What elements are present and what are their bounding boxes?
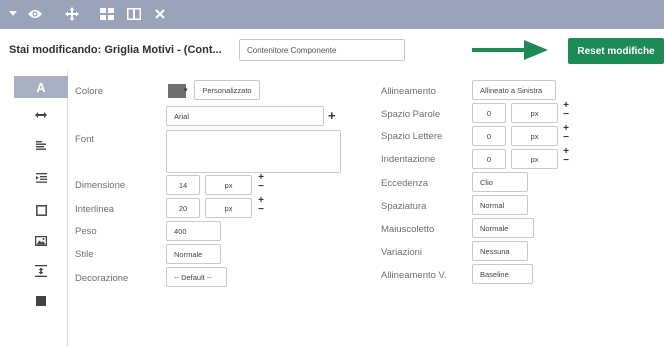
background-image-icon[interactable] (14, 230, 68, 252)
sidebar-item-typography[interactable]: A (14, 76, 68, 98)
spaziatura-label: Spaziatura (381, 201, 427, 212)
variazioni-label: Variazioni (381, 247, 423, 258)
editor-header: Stai modificando: Griglia Motivi - (Cont… (0, 29, 664, 74)
font-list-textarea[interactable] (166, 130, 341, 173)
columns-icon[interactable] (125, 6, 143, 22)
reset-changes-button[interactable]: Reset modifiche (568, 38, 664, 64)
chevron-down-icon[interactable] (4, 6, 22, 22)
stile-label: Stile (75, 249, 94, 260)
letter-spacing-unit-select[interactable]: px (511, 126, 558, 146)
chevron-down-icon[interactable]: ▾ (184, 86, 188, 94)
font-style-select[interactable]: Normale (166, 244, 221, 264)
border-icon[interactable] (14, 199, 68, 221)
add-font-button[interactable]: + (328, 109, 336, 122)
vertical-align-select[interactable]: Baseline (472, 264, 533, 284)
allineamento-v-label: Allineamento V. (381, 270, 447, 281)
vertical-align-icon[interactable] (14, 260, 68, 282)
dimensione-label: Dimensione (75, 180, 126, 191)
white-space-select[interactable]: Normal (472, 195, 528, 215)
variations-select[interactable]: Nessuna (472, 241, 528, 261)
decrement-button[interactable]: − (257, 182, 265, 192)
font-size-input[interactable]: 14 (166, 175, 200, 195)
spacing-icon[interactable] (14, 104, 68, 126)
line-height-unit-select[interactable]: px (205, 198, 252, 218)
allineamento-label: Allineamento (381, 86, 436, 97)
interlinea-label: Interlinea (75, 204, 115, 215)
line-height-stepper[interactable]: + − (257, 196, 265, 215)
color-block-icon[interactable] (14, 290, 68, 312)
decorazione-label: Decorazione (75, 273, 129, 284)
font-label: Font (75, 134, 95, 145)
top-toolbar (0, 0, 664, 29)
text-indent-stepper[interactable]: + − (562, 147, 570, 166)
letter-spacing-stepper[interactable]: + − (562, 124, 570, 143)
font-size-unit-select[interactable]: px (205, 175, 252, 195)
word-spacing-input[interactable]: 0 (472, 103, 506, 123)
editing-title: Stai modificando: Griglia Motivi - (Cont… (9, 44, 222, 56)
style-sidebar: A (13, 71, 68, 347)
text-decoration-select[interactable]: -- Default -- (166, 267, 227, 287)
indent-icon[interactable] (14, 167, 68, 189)
custom-color-button[interactable]: Personalizzato (194, 80, 260, 100)
font-variant-select[interactable]: Normale (472, 218, 534, 238)
peso-label: Peso (75, 226, 97, 237)
decrement-button[interactable]: − (562, 156, 570, 166)
decrement-button[interactable]: − (257, 205, 265, 215)
close-icon[interactable] (151, 6, 169, 22)
eccedenza-label: Eccedenza (381, 178, 429, 189)
spazio-parole-label: Spazio Parole (381, 109, 441, 120)
line-height-input[interactable]: 20 (166, 198, 200, 218)
move-icon[interactable] (63, 6, 81, 22)
align-icon[interactable] (14, 134, 68, 156)
maiuscoletto-label: Maiuscoletto (381, 224, 435, 235)
indentazione-label: Indentazione (381, 154, 436, 165)
decrement-button[interactable]: − (562, 110, 570, 120)
grid-icon[interactable] (98, 6, 116, 22)
spazio-lettere-label: Spazio Lettere (381, 131, 443, 142)
eye-icon[interactable] (26, 6, 44, 22)
text-overflow-select[interactable]: Clio (472, 172, 528, 192)
arrow-right-icon (472, 40, 548, 60)
font-weight-input[interactable]: 400 (166, 221, 221, 241)
colore-label: Colore (75, 86, 103, 97)
word-spacing-stepper[interactable]: + − (562, 101, 570, 120)
word-spacing-unit-select[interactable]: px (511, 103, 558, 123)
decrement-button[interactable]: − (562, 133, 570, 143)
font-size-stepper[interactable]: + − (257, 173, 265, 192)
text-indent-unit-select[interactable]: px (511, 149, 558, 169)
letter-spacing-input[interactable]: 0 (472, 126, 506, 146)
text-indent-input[interactable]: 0 (472, 149, 506, 169)
text-align-select[interactable]: Allineato a Sinistra (472, 80, 556, 100)
component-name-input[interactable] (239, 39, 405, 61)
font-family-input[interactable]: Arial (166, 106, 324, 126)
